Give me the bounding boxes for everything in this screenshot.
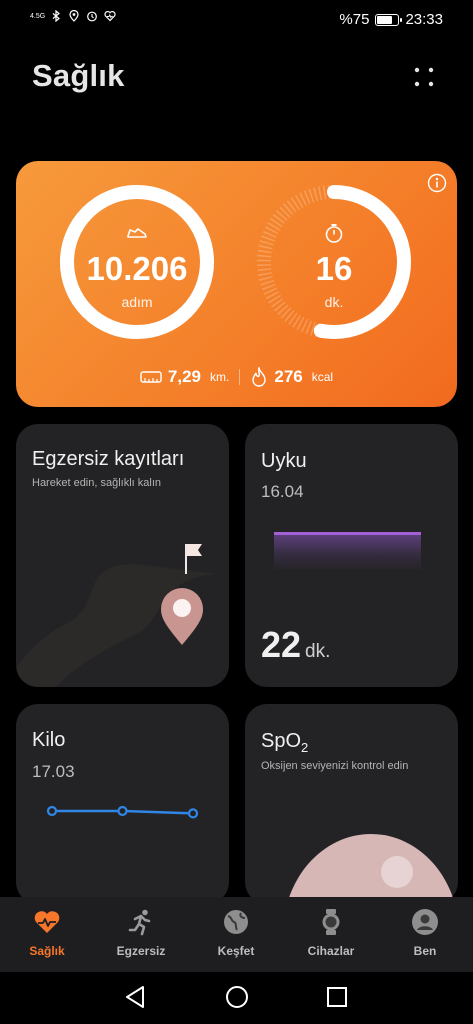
running-icon bbox=[128, 909, 151, 936]
more-dots-icon[interactable] bbox=[413, 66, 435, 88]
calories-stat: 276 kcal bbox=[250, 367, 333, 387]
sleep-unit: dk. bbox=[305, 641, 331, 662]
distance-unit: km. bbox=[210, 370, 230, 384]
sleep-value: 22 bbox=[261, 624, 302, 665]
weight-card[interactable]: Kilo 17.03 bbox=[16, 704, 229, 904]
bluetooth-icon bbox=[52, 10, 60, 22]
alarm-icon bbox=[87, 11, 97, 22]
nav-item-kesfet[interactable]: Keşfet bbox=[189, 897, 283, 972]
weight-title: Kilo bbox=[32, 729, 66, 751]
system-nav-bar bbox=[0, 972, 473, 1024]
exercise-title: Egzersiz kayıtları bbox=[32, 448, 185, 470]
minutes-unit: dk. bbox=[324, 294, 344, 310]
minutes-value: 16 bbox=[315, 250, 353, 287]
nav-label: Ben bbox=[413, 944, 437, 958]
network-indicator: 4.5G bbox=[30, 12, 46, 20]
location-icon bbox=[69, 10, 79, 22]
exercise-subtitle: Hareket edin, sağlıklı kalın bbox=[32, 477, 162, 489]
back-icon[interactable] bbox=[123, 984, 149, 1010]
sleep-card[interactable]: Uyku 16.04 22 dk. bbox=[245, 424, 458, 687]
ruler-icon bbox=[140, 371, 162, 383]
shoe-icon bbox=[127, 228, 147, 238]
status-bar: 4.5G %75 23:33 bbox=[0, 0, 473, 40]
finger-illustration bbox=[287, 834, 455, 904]
globe-icon bbox=[224, 910, 248, 934]
distance-stat: 7,29 km. bbox=[140, 367, 229, 387]
nav-item-saglik[interactable]: Sağlık bbox=[0, 897, 94, 972]
exercise-records-card[interactable]: Egzersiz kayıtları Hareket edin, sağlıkl… bbox=[16, 424, 229, 687]
nav-label: Keşfet bbox=[217, 944, 255, 958]
location-pin-icon bbox=[161, 588, 203, 645]
weight-trend-line bbox=[46, 805, 199, 819]
stopwatch-icon bbox=[325, 224, 343, 243]
battery-percent: %75 bbox=[339, 11, 370, 28]
distance-value: 7,29 bbox=[167, 367, 202, 386]
weight-data-point bbox=[187, 808, 199, 819]
steps-value: 10.206 bbox=[86, 250, 188, 287]
nav-label: Cihazlar bbox=[307, 944, 355, 958]
home-icon[interactable] bbox=[224, 984, 250, 1010]
steps-unit: adım bbox=[121, 294, 153, 310]
weight-data-point bbox=[117, 805, 128, 817]
profile-icon bbox=[412, 909, 438, 935]
nav-item-cihazlar[interactable]: Cihazlar bbox=[284, 897, 378, 972]
spo2-title: SpO2 bbox=[261, 730, 308, 755]
heart-pulse-icon bbox=[34, 911, 60, 933]
heart-icon bbox=[104, 10, 116, 22]
steps-ring[interactable]: 10.206 adım bbox=[57, 182, 217, 342]
recents-icon[interactable] bbox=[324, 984, 350, 1010]
spo2-card[interactable]: SpO2 Oksijen seviyenizi kontrol edin bbox=[245, 704, 458, 904]
sleep-title: Uyku bbox=[261, 450, 307, 472]
spo2-subtitle: Oksijen seviyenizi kontrol edin bbox=[261, 760, 409, 772]
activity-stats: 7,29 km. 276 kcal bbox=[16, 367, 457, 387]
flame-icon bbox=[252, 367, 267, 387]
nav-item-egzersiz[interactable]: Egzersiz bbox=[94, 897, 188, 972]
weight-date: 17.03 bbox=[32, 762, 75, 781]
weight-data-point bbox=[46, 805, 58, 817]
bottom-nav: Sağlık Egzersiz Keşfet Cihazlar Ben bbox=[0, 897, 473, 972]
sleep-duration: 22 dk. bbox=[261, 624, 330, 666]
sleep-bar bbox=[274, 532, 421, 570]
activity-card[interactable]: 10.206 adım 16 dk. 7,29 km. 276 kcal bbox=[16, 161, 457, 407]
sleep-date: 16.04 bbox=[261, 482, 304, 501]
spo2-title-main: SpO bbox=[261, 730, 302, 752]
info-icon[interactable] bbox=[427, 173, 447, 193]
active-time-ring[interactable]: 16 dk. bbox=[254, 182, 414, 342]
battery-icon bbox=[375, 13, 403, 26]
clock: 23:33 bbox=[405, 11, 443, 28]
calories-unit: kcal bbox=[311, 370, 334, 384]
nav-item-ben[interactable]: Ben bbox=[378, 897, 472, 972]
nav-label: Sağlık bbox=[29, 944, 65, 958]
spo2-title-sub: 2 bbox=[301, 740, 309, 755]
watch-icon bbox=[322, 909, 340, 935]
nav-label: Egzersiz bbox=[116, 944, 166, 958]
page-title: Sağlık bbox=[32, 58, 125, 93]
calories-value: 276 bbox=[274, 367, 303, 386]
stat-divider bbox=[239, 369, 241, 385]
